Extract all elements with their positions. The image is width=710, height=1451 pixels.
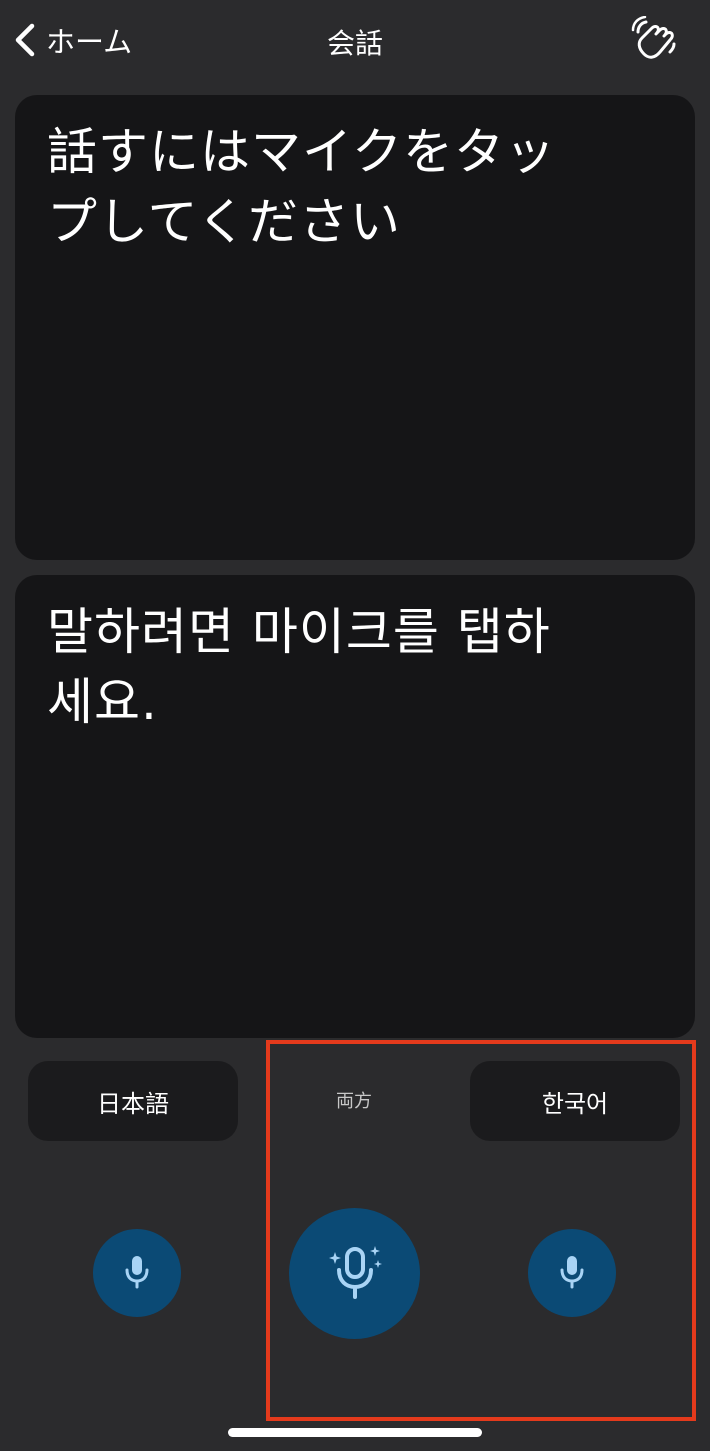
microphone-sparkle-icon — [323, 1240, 387, 1308]
language-label-korean: 한국어 — [541, 1089, 609, 1118]
back-button[interactable]: ホーム — [12, 18, 132, 62]
korean-transcript-panel: 말하려면 마이크를 탭하세요. — [15, 575, 695, 1038]
back-label: ホーム — [46, 25, 133, 59]
waving-hand-icon — [630, 15, 680, 70]
korean-prompt-text: 말하려면 마이크를 탭하세요. — [47, 603, 551, 731]
microphone-icon — [117, 1251, 157, 1295]
japanese-transcript-panel: 話すにはマイクをタップしてください — [15, 95, 695, 560]
microphone-icon — [552, 1251, 592, 1295]
home-indicator — [228, 1428, 482, 1437]
mic-button-both[interactable] — [289, 1208, 420, 1339]
wave-button[interactable] — [630, 15, 680, 66]
mic-button-korean[interactable] — [528, 1229, 616, 1317]
language-button-japanese[interactable]: 日本語 — [28, 1061, 238, 1141]
both-label: 両方 — [336, 1091, 372, 1112]
chevron-left-icon — [12, 20, 38, 60]
conversation-screen: ホーム 会話 話すにはマイクをタップしてください 말하려면 마이크를 탭하세요.… — [0, 0, 710, 1451]
language-label-japanese: 日本語 — [97, 1089, 169, 1118]
japanese-prompt-text: 話すにはマイクをタップしてください — [47, 123, 556, 251]
mic-button-japanese[interactable] — [93, 1229, 181, 1317]
language-button-korean[interactable]: 한국어 — [470, 1061, 680, 1141]
